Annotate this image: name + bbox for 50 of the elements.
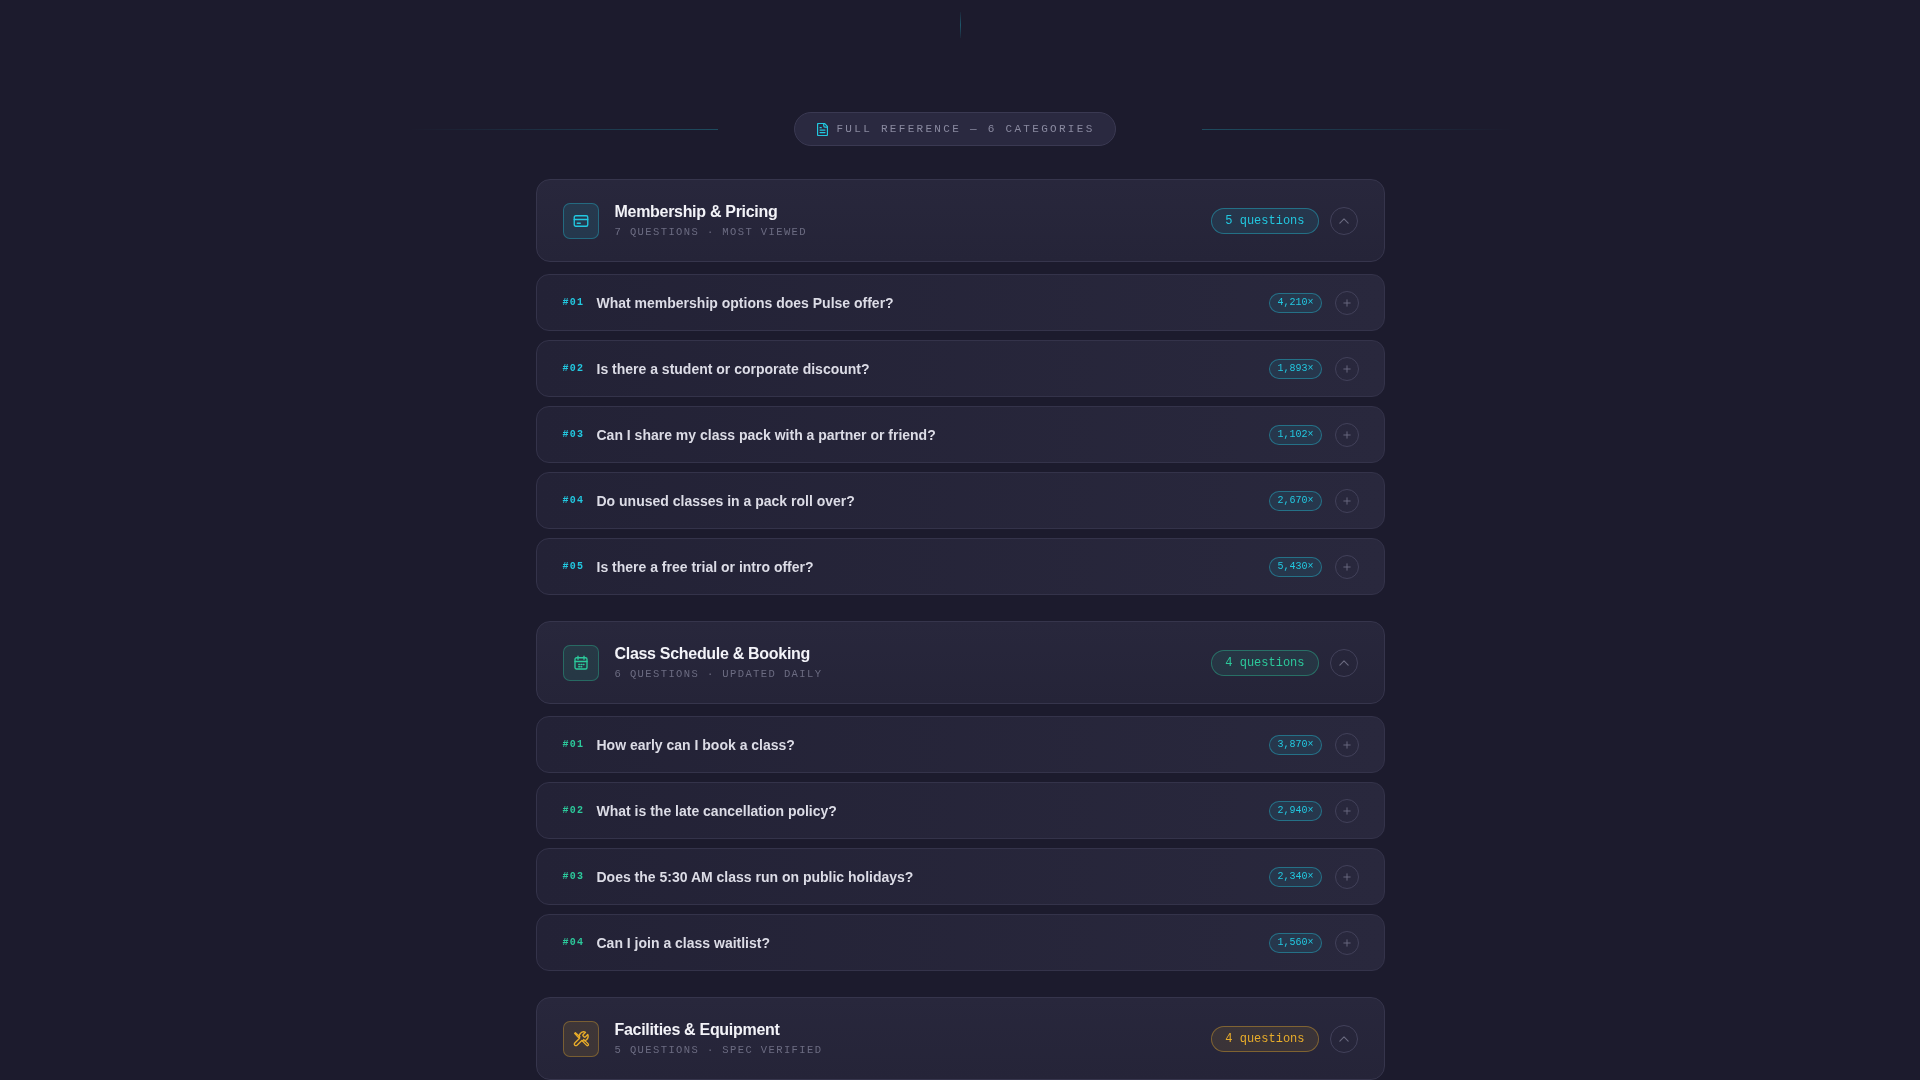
question-number: #02 [562, 805, 585, 816]
question-text: What membership options does Pulse offer? [596, 294, 895, 311]
view-count-badge: 1,560× [1269, 932, 1322, 953]
question-text: What is the late cancellation policy? [596, 802, 838, 819]
faq-question-row[interactable]: #05 Is there a free trial or intro offer? 5,430× [535, 538, 1385, 595]
faq-question-row[interactable]: #01 What membership options does Pulse offer? 4,210× [535, 274, 1385, 331]
document-icon [817, 122, 829, 136]
view-count-badge: 3,870× [1269, 734, 1322, 755]
reference-label: FULL REFERENCE — 6 CATEGORIES [836, 123, 1095, 135]
question-number: #01 [562, 739, 585, 750]
question-number: #03 [562, 429, 585, 440]
question-count-badge: 5 questions [1211, 207, 1319, 234]
question-number: #02 [562, 363, 585, 374]
category-header[interactable]: Membership & Pricing 7 QUESTIONS · MOST VIEWED 5 questions [535, 179, 1385, 262]
view-count-badge: 2,940× [1269, 800, 1322, 821]
question-text: Does the 5:30 AM class run on public holidays? [596, 868, 915, 885]
faq-question-row[interactable]: #04 Do unused classes in a pack roll over? 2,670× [535, 472, 1385, 529]
faq-question-row[interactable]: #04 Can I join a class waitlist? 1,560× [535, 914, 1385, 971]
view-count-badge: 1,102× [1269, 424, 1322, 445]
question-text: Do unused classes in a pack roll over? [596, 492, 856, 509]
faq-question-row[interactable]: #03 Can I share my class pack with a partner or friend? 1,102× [535, 406, 1385, 463]
question-count-badge: 4 questions [1211, 649, 1319, 676]
question-text: Can I join a class waitlist? [596, 934, 771, 951]
question-text: Is there a free trial or intro offer? [596, 558, 815, 575]
view-count-badge: 2,670× [1269, 490, 1322, 511]
question-number: #01 [562, 297, 585, 308]
faq-question-row[interactable]: #02 What is the late cancellation policy? 2,940× [535, 782, 1385, 839]
category-meta: 7 QUESTIONS · MOST VIEWED [614, 226, 808, 239]
question-text: Is there a student or corporate discount? [596, 360, 871, 377]
faq-question-row[interactable]: #01 How early can I book a class? 3,870× [535, 716, 1385, 773]
view-count-badge: 4,210× [1269, 292, 1322, 313]
faq-question-row[interactable]: #02 Is there a student or corporate discount? 1,893× [535, 340, 1385, 397]
category-header[interactable]: Facilities & Equipment 5 QUESTIONS · SPEC VERIFIED 4 questions [535, 997, 1385, 1080]
view-count-badge: 2,340× [1269, 866, 1322, 887]
category-header[interactable]: Class Schedule & Booking 6 QUESTIONS · UPDATED DAILY 4 questions [535, 621, 1385, 704]
faq-question-row[interactable]: #03 Does the 5:30 AM class run on public holidays? 2,340× [535, 848, 1385, 905]
category-title: Membership & Pricing [614, 202, 778, 221]
question-number: #04 [562, 937, 585, 948]
view-count-badge: 5,430× [1269, 556, 1322, 577]
question-number: #03 [562, 871, 585, 882]
category-title: Facilities & Equipment [614, 1020, 780, 1039]
category-title: Class Schedule & Booking [614, 644, 810, 663]
question-number: #05 [562, 561, 585, 572]
question-text: How early can I book a class? [596, 736, 796, 753]
category-meta: 5 QUESTIONS · SPEC VERIFIED [614, 1044, 823, 1057]
question-count-badge: 4 questions [1211, 1025, 1319, 1052]
question-text: Can I share my class pack with a partner or friend? [596, 426, 937, 443]
question-number: #04 [562, 495, 585, 506]
view-count-badge: 1,893× [1269, 358, 1322, 379]
category-meta: 6 QUESTIONS · UPDATED DAILY [614, 668, 823, 681]
